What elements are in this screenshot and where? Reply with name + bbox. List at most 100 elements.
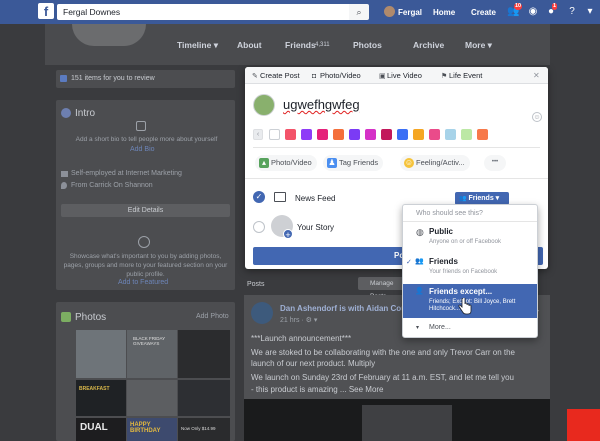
- profile-picture[interactable]: [72, 24, 146, 46]
- tab-timeline[interactable]: Timeline ▾: [177, 40, 218, 51]
- posts-label: Posts: [247, 281, 265, 288]
- tab-photo-video[interactable]: ◘ Photo/Video: [312, 71, 361, 80]
- news-feed-checkbox[interactable]: ✓: [253, 191, 265, 203]
- tab-life-event[interactable]: ⚑ Life Event: [441, 71, 482, 80]
- background-color-swatch[interactable]: [365, 129, 376, 140]
- background-color-swatch[interactable]: [333, 129, 344, 140]
- home-link[interactable]: Home: [433, 8, 455, 17]
- background-color-swatch[interactable]: [477, 129, 488, 140]
- friends-count: 4,311: [315, 42, 330, 48]
- review-banner[interactable]: 151 items for you to review: [56, 70, 235, 88]
- more-options-button[interactable]: •••: [484, 155, 506, 171]
- search-input[interactable]: Fergal Downes: [57, 4, 349, 20]
- post-author[interactable]: Dan Ashendorf is with Aidan Cou...: [280, 304, 413, 313]
- audience-more-option[interactable]: ▾ More...: [403, 321, 537, 337]
- author-avatar[interactable]: [251, 302, 273, 324]
- facebook-logo[interactable]: f: [38, 3, 54, 19]
- tab-archive[interactable]: Archive: [413, 40, 444, 50]
- add-featured-link[interactable]: Add to Featured: [118, 279, 168, 286]
- button-label: Photo/Video: [271, 158, 312, 167]
- notification-badge: 10: [514, 3, 523, 10]
- background-color-swatch[interactable]: [413, 129, 424, 140]
- globe-icon: [61, 108, 71, 118]
- messenger-icon[interactable]: ◉: [527, 6, 539, 18]
- photo-caption: HAPPY BIRTHDAY: [130, 422, 161, 434]
- tab-create-post[interactable]: ✎ Create Post: [252, 71, 300, 80]
- your-story-checkbox[interactable]: [253, 221, 265, 233]
- photo-thumbnail[interactable]: HAPPY BIRTHDAY: [127, 418, 177, 441]
- photo-icon: ▴: [259, 158, 269, 168]
- emoji-icon[interactable]: ☺: [532, 112, 542, 122]
- video-overlay-badge: [567, 409, 600, 441]
- flag-icon: ⚑: [441, 73, 448, 80]
- feeling-activity-button[interactable]: ☺ Feeling/Activ...: [400, 155, 470, 171]
- checkmark-icon: ✓: [406, 259, 412, 266]
- manage-posts-button[interactable]: Manage Posts: [358, 277, 408, 300]
- location-pin-icon: [61, 182, 67, 189]
- photo-thumbnail[interactable]: DUAL: [76, 418, 126, 441]
- post-time: 21 hrs · ⚙ ▾: [280, 317, 318, 324]
- pencil-icon: ✎: [252, 73, 258, 80]
- background-color-swatch[interactable]: [301, 129, 312, 140]
- background-color-swatch[interactable]: [461, 129, 472, 140]
- composer-tabs: ✎ Create Post ◘ Photo/Video ▣Live Video ⚑ L…: [245, 67, 548, 84]
- option-title: Public: [429, 227, 454, 236]
- create-link[interactable]: Create: [471, 8, 496, 17]
- audience-option-friends[interactable]: ✓ 👥 Friends Your friends on Facebook: [403, 254, 537, 281]
- add-photo-link[interactable]: Add Photo: [196, 313, 229, 320]
- photo-thumbnail[interactable]: [178, 330, 230, 378]
- photo-thumbnail[interactable]: BREAKFAST: [76, 380, 126, 416]
- background-color-swatch[interactable]: [445, 129, 456, 140]
- background-color-swatch[interactable]: [381, 129, 392, 140]
- search-icon[interactable]: ⌕: [349, 4, 369, 20]
- settings-icon[interactable]: ▾: [584, 6, 596, 18]
- profile-avatar-icon[interactable]: [384, 6, 395, 17]
- post-line: ***Launch announcement***: [251, 334, 352, 343]
- photo-thumbnail[interactable]: Now Only $14.99: [178, 418, 230, 441]
- tab-label: Photo/Video: [320, 71, 361, 80]
- option-subtitle: Anyone on or off Facebook: [429, 239, 501, 245]
- intro-prompt: Add a short bio to tell people more abou…: [75, 136, 218, 143]
- globe-icon: ◍: [416, 227, 424, 237]
- photo-thumbnail[interactable]: [178, 380, 230, 416]
- tag-friends-button[interactable]: ♟ Tag Friends: [323, 155, 384, 171]
- photo-thumbnail[interactable]: BLACK FRIDAY GIVEAWAYS: [127, 330, 177, 378]
- add-story-icon: +: [283, 229, 293, 240]
- background-color-swatch[interactable]: [317, 129, 328, 140]
- news-feed-icon: [274, 192, 286, 202]
- background-color-swatch[interactable]: [269, 129, 280, 140]
- chevron-left-icon[interactable]: ‹: [253, 129, 263, 140]
- dropdown-heading: Who should see this?: [403, 205, 537, 222]
- tab-friends[interactable]: Friends: [285, 40, 316, 50]
- product-image: [362, 405, 452, 441]
- tag-friends-icon: ♟: [327, 158, 337, 168]
- tab-live-video[interactable]: ▣Live Video: [379, 71, 422, 80]
- profile-link[interactable]: Fergal: [398, 8, 422, 17]
- background-color-swatch[interactable]: [349, 129, 360, 140]
- background-color-swatch[interactable]: [397, 129, 408, 140]
- post-line: We are stoked to be collaborating with t…: [251, 348, 516, 357]
- your-story-label: Your Story: [297, 223, 335, 232]
- close-icon[interactable]: ✕: [533, 71, 540, 80]
- audience-dropdown-menu: Who should see this? ◍ Public Anyone on …: [402, 204, 538, 338]
- add-bio-link[interactable]: Add Bio: [130, 146, 155, 153]
- background-color-swatch[interactable]: [429, 129, 440, 140]
- tab-about[interactable]: About: [237, 40, 262, 50]
- post-text-input[interactable]: ugwefhgwfeg: [283, 97, 360, 112]
- audience-option-friends-except[interactable]: 👤 Friends except... Friends; Except: Bil…: [403, 284, 537, 318]
- divider: [245, 178, 548, 179]
- post-image[interactable]: [244, 399, 550, 441]
- audience-option-public[interactable]: ◍ Public Anyone on or off Facebook: [403, 224, 537, 251]
- photo-video-button[interactable]: ▴ Photo/Video: [255, 155, 317, 171]
- speech-bubble-icon: [136, 121, 146, 131]
- tab-more[interactable]: More ▾: [465, 40, 492, 51]
- background-color-swatch[interactable]: [285, 129, 296, 140]
- smiley-icon: ☺: [404, 158, 414, 168]
- edit-details-button[interactable]: Edit Details: [61, 204, 230, 217]
- tab-photos[interactable]: Photos: [353, 40, 382, 50]
- help-icon[interactable]: ?: [566, 6, 578, 18]
- photo-thumbnail[interactable]: [76, 330, 126, 378]
- post-line: launch of our next product. Multiply: [251, 359, 376, 368]
- photo-thumbnail[interactable]: [127, 380, 177, 416]
- button-label: Feeling/Activ...: [416, 158, 465, 167]
